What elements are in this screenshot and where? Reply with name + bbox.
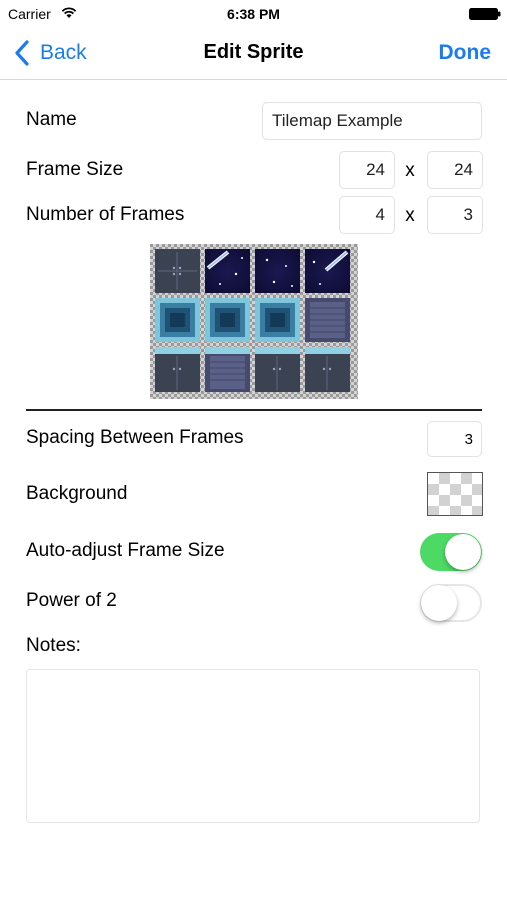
frame-height-field[interactable] xyxy=(427,151,483,189)
times-symbol: x xyxy=(405,160,415,181)
frames-x-field[interactable] xyxy=(339,196,395,234)
name-label: Name xyxy=(26,109,77,130)
background-label: Background xyxy=(26,483,128,504)
power-of-2-toggle[interactable] xyxy=(420,584,482,622)
done-button[interactable]: Done xyxy=(439,41,492,65)
page-title: Edit Sprite xyxy=(203,41,304,63)
status-time: 6:38 PM xyxy=(227,6,280,22)
navigation-bar: Back Edit Sprite Done xyxy=(0,28,507,80)
power-of-2-label: Power of 2 xyxy=(26,590,117,611)
notes-textarea[interactable] xyxy=(26,669,480,823)
spacing-label: Spacing Between Frames xyxy=(26,427,244,448)
toggle-knob xyxy=(445,534,481,570)
divider xyxy=(26,409,482,411)
times-symbol: x xyxy=(405,205,415,226)
frames-y-field[interactable] xyxy=(427,196,483,234)
frame-size-label: Frame Size xyxy=(26,159,124,180)
spacing-field[interactable] xyxy=(427,421,482,457)
number-of-frames-label: Number of Frames xyxy=(26,204,185,225)
toggle-knob xyxy=(421,585,457,621)
auto-adjust-toggle[interactable] xyxy=(420,533,482,571)
background-swatch[interactable] xyxy=(427,472,483,516)
battery-icon xyxy=(469,8,501,20)
status-bar: Carrier 6:38 PM xyxy=(0,0,507,28)
name-field[interactable] xyxy=(262,102,482,140)
frame-width-field[interactable] xyxy=(339,151,395,189)
auto-adjust-label: Auto-adjust Frame Size xyxy=(26,540,225,561)
sprite-preview-image xyxy=(150,244,358,399)
notes-label: Notes: xyxy=(26,635,81,656)
